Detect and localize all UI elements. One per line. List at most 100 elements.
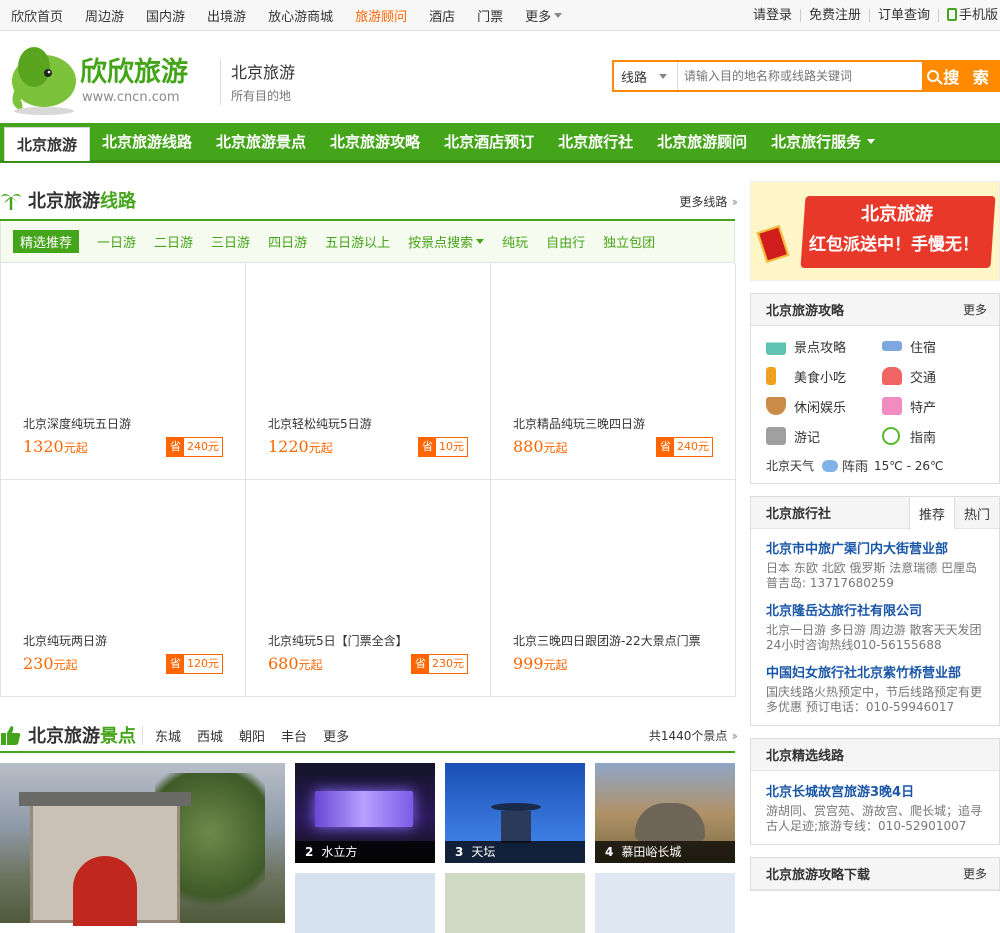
agency-box-header: 北京旅行社 推荐 热门: [751, 497, 999, 530]
route-name[interactable]: 北京三晚四日跟团游-22大景点门票: [513, 632, 701, 649]
city-switch[interactable]: 所有目的地: [231, 87, 295, 104]
search-type-select[interactable]: 线路: [614, 62, 678, 90]
topnav-hotel[interactable]: 酒店: [418, 6, 466, 25]
guide-box-header: 北京旅游攻略 更多: [751, 294, 999, 326]
topnav-home[interactable]: 欣欣首页: [0, 6, 74, 25]
red-packet-banner[interactable]: 北京旅游 红包派送中！手慢无！: [750, 181, 1000, 281]
district-fengtai[interactable]: 丰台: [281, 726, 307, 745]
sight-photos: 2 水立方 3 天坛 4 慕田峪长城: [0, 763, 735, 933]
filter-3day[interactable]: 三日游: [211, 232, 250, 251]
sight-thumb-water-cube[interactable]: 2 水立方: [295, 763, 435, 863]
filter-private-group[interactable]: 独立包团: [603, 232, 655, 251]
guide-leisure[interactable]: 休闲娱乐: [766, 396, 882, 416]
sight-thumb[interactable]: [595, 873, 735, 933]
route-price-value: 680: [268, 654, 299, 673]
route-name[interactable]: 北京精品纯玩三晚四日游: [513, 415, 645, 432]
featured-route: 北京长城故宫旅游3晚4日 游胡同、赏宫苑、游故宫、爬长城；追寻古人足迹;旅游专线…: [751, 771, 999, 844]
nav-beijing-travel[interactable]: 北京旅游: [4, 126, 91, 161]
download-more-link[interactable]: 更多: [963, 865, 987, 882]
route-card[interactable]: 北京精品纯玩三晚四日游 880元起 省 240元: [491, 263, 736, 480]
guide-sights[interactable]: 景点攻略: [766, 336, 882, 356]
topnav-nearby[interactable]: 周边游: [74, 6, 135, 25]
agency-item: 中国妇女旅行社北京紫竹桥营业部 国庆线路火热预定中，节后线路预定有更多优惠 预订…: [751, 653, 999, 725]
more-routes-label: 更多线路: [679, 195, 728, 209]
download-box: 北京旅游攻略下载 更多: [750, 857, 1000, 891]
search-input[interactable]: [678, 62, 922, 90]
guide-box: 北京旅游攻略 更多 景点攻略 住宿 美食小吃 交通 休闲娱乐 特产 游记 指南 北…: [750, 293, 1000, 484]
topnav-domestic[interactable]: 国内游: [135, 6, 196, 25]
route-card[interactable]: 北京纯玩两日游 230元起 省 120元: [1, 480, 246, 697]
search-button[interactable]: 搜 索: [922, 62, 998, 90]
nav-agencies[interactable]: 北京旅行社: [546, 131, 645, 152]
guide-label: 特产: [910, 400, 937, 416]
topnav-advisor[interactable]: 旅游顾问: [344, 6, 418, 25]
register-link[interactable]: 免费注册: [801, 8, 870, 22]
featured-route-name[interactable]: 北京长城故宫旅游3晚4日: [766, 781, 984, 800]
route-card[interactable]: 北京轻松纯玩5日游 1220元起 省 10元: [246, 263, 491, 480]
nav-guides[interactable]: 北京旅游攻略: [318, 131, 432, 152]
filter-1day[interactable]: 一日游: [97, 232, 136, 251]
topnav-tickets[interactable]: 门票: [466, 6, 514, 25]
route-name[interactable]: 北京深度纯玩五日游: [23, 415, 131, 432]
guide-lodging[interactable]: 住宿: [882, 336, 998, 356]
agency-name[interactable]: 北京市中旅广渠门内大街营业部: [766, 538, 984, 557]
filter-independent[interactable]: 自由行: [546, 232, 585, 251]
agency-name[interactable]: 北京隆岳达旅行社有限公司: [766, 600, 984, 619]
tab-recommended[interactable]: 推荐: [909, 497, 954, 530]
route-card[interactable]: 北京深度纯玩五日游 1320元起 省 240元: [1, 263, 246, 480]
sight-count-link[interactable]: 共1440个景点 ››: [649, 727, 738, 744]
route-name[interactable]: 北京轻松纯玩5日游: [268, 415, 372, 432]
guide-food[interactable]: 美食小吃: [766, 366, 882, 386]
nav-services[interactable]: 北京旅行服务: [759, 131, 887, 152]
guide-travelogue[interactable]: 游记: [766, 426, 882, 446]
district-xicheng[interactable]: 西城: [197, 726, 223, 745]
site-logo[interactable]: 欣欣旅游 www.cncn.com: [4, 37, 214, 117]
guide-handbook[interactable]: 指南: [882, 426, 998, 446]
sight-thumb-temple-of-heaven[interactable]: 3 天坛: [445, 763, 585, 863]
sight-rank: 4: [605, 845, 614, 859]
guide-box-title: 北京旅游攻略: [766, 304, 845, 319]
route-name[interactable]: 北京纯玩5日【门票全含】: [268, 632, 408, 649]
agency-item: 北京隆岳达旅行社有限公司 北京一日游 多日游 周边游 散客天天发团 24小时咨询…: [751, 591, 999, 653]
nav-routes[interactable]: 北京旅游线路: [90, 131, 204, 152]
chevron-down-icon: [659, 73, 667, 79]
login-link[interactable]: 请登录: [745, 8, 801, 22]
mobile-link[interactable]: 手机版: [939, 8, 1000, 22]
district-dongcheng[interactable]: 东城: [155, 726, 181, 745]
guide-transport[interactable]: 交通: [882, 366, 998, 386]
tab-popular[interactable]: 热门: [954, 497, 999, 529]
nav-sights[interactable]: 北京旅游景点: [204, 131, 318, 152]
current-city[interactable]: 北京旅游 所有目的地: [220, 59, 295, 105]
discount-badge: 省 240元: [166, 437, 223, 457]
guide-more-link[interactable]: 更多: [963, 301, 987, 318]
featured-sight-photo[interactable]: [0, 763, 285, 926]
more-routes-link[interactable]: 更多线路 ››: [679, 193, 737, 210]
topnav-more[interactable]: 更多: [514, 6, 573, 25]
filter-by-sight[interactable]: 按景点搜索: [408, 232, 485, 251]
route-card[interactable]: 北京纯玩5日【门票全含】 680元起 省 230元: [246, 480, 491, 697]
route-name[interactable]: 北京纯玩两日游: [23, 632, 107, 649]
sight-thumb[interactable]: [295, 873, 435, 933]
roof-shape: [19, 792, 191, 806]
district-more[interactable]: 更多: [323, 726, 349, 745]
mobile-link-label: 手机版: [958, 8, 998, 23]
sight-thumb[interactable]: [445, 873, 585, 933]
filter-featured[interactable]: 精选推荐: [13, 230, 80, 253]
topnav-mall[interactable]: 放心游商城: [257, 6, 344, 25]
topnav-outbound[interactable]: 出境游: [196, 6, 257, 25]
discount-badge: 省 230元: [411, 654, 468, 674]
district-chaoyang[interactable]: 朝阳: [239, 726, 265, 745]
sight-thumb-mutianyu[interactable]: 4 慕田峪长城: [595, 763, 735, 863]
route-card[interactable]: 北京三晚四日跟团游-22大景点门票 999元起: [491, 480, 736, 697]
filter-5day-plus[interactable]: 五日游以上: [325, 232, 390, 251]
guide-specialty[interactable]: 特产: [882, 396, 998, 416]
order-query-link[interactable]: 订单查询: [870, 8, 939, 22]
filter-4day[interactable]: 四日游: [268, 232, 307, 251]
sidebar: 北京旅游 红包派送中！手慢无！ 北京旅游攻略 更多 景点攻略 住宿 美食小吃 交通…: [750, 181, 1000, 891]
agency-name[interactable]: 中国妇女旅行社北京紫竹桥营业部: [766, 662, 984, 681]
agency-item: 北京市中旅广渠门内大街营业部 日本 东欧 北欧 俄罗斯 法意瑞德 巴厘岛 普吉岛…: [751, 529, 999, 591]
nav-advisors[interactable]: 北京旅游顾问: [645, 131, 759, 152]
filter-pure-play[interactable]: 纯玩: [502, 232, 528, 251]
filter-2day[interactable]: 二日游: [154, 232, 193, 251]
nav-hotels[interactable]: 北京酒店预订: [432, 131, 546, 152]
